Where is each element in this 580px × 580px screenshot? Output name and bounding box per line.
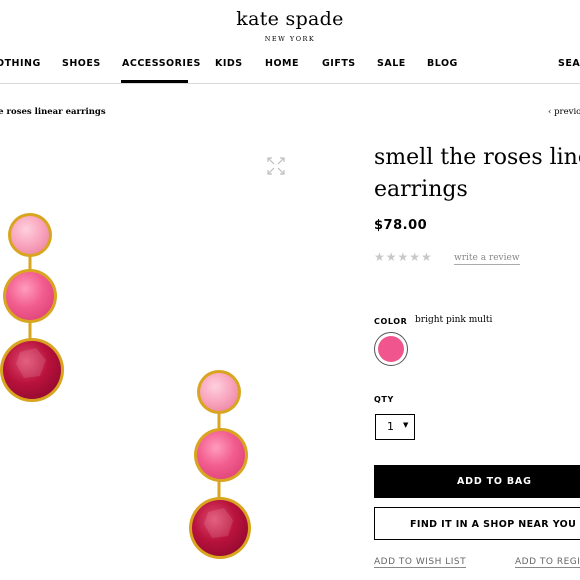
add-to-bag-button[interactable]: ADD TO BAG bbox=[374, 465, 580, 498]
add-to-registry-link[interactable]: ADD TO REGIS bbox=[515, 557, 580, 568]
add-to-wishlist-link[interactable]: ADD TO WISH LIST bbox=[374, 557, 467, 568]
expand-icon[interactable] bbox=[266, 156, 286, 176]
product-image[interactable] bbox=[0, 0, 300, 580]
write-review-link[interactable]: write a review bbox=[454, 253, 520, 265]
product-price: $78.00 bbox=[374, 218, 428, 233]
rating-stars-icon: ★★★★★ bbox=[374, 250, 433, 264]
find-in-shop-label: FIND IT IN A SHOP NEAR YOU + bbox=[410, 519, 580, 530]
product-title-line1: smell the roses line bbox=[374, 145, 580, 170]
product-title: smell the roses line earrings bbox=[374, 142, 580, 206]
qty-select[interactable]: 1 ▼ bbox=[375, 414, 415, 440]
qty-label: QTY bbox=[374, 395, 394, 404]
caret-down-icon: ▼ bbox=[403, 421, 409, 429]
qty-value: 1 bbox=[387, 420, 394, 433]
nav-item-blog[interactable]: BLOG bbox=[427, 58, 458, 69]
nav-item-search[interactable]: SEAR bbox=[558, 58, 580, 69]
find-in-shop-button[interactable]: FIND IT IN A SHOP NEAR YOU + bbox=[374, 507, 580, 540]
color-swatch[interactable] bbox=[374, 332, 408, 366]
product-title-line2: earrings bbox=[374, 177, 468, 202]
previous-link[interactable]: ‹ previo bbox=[548, 107, 580, 117]
earring-right bbox=[189, 370, 251, 559]
add-to-bag-label: ADD TO BAG bbox=[457, 476, 532, 487]
earring-left bbox=[0, 213, 64, 402]
nav-item-gifts[interactable]: GIFTS bbox=[322, 58, 356, 69]
color-value: bright pink multi bbox=[415, 315, 493, 325]
color-label: COLOR bbox=[374, 317, 408, 326]
nav-item-sale[interactable]: SALE bbox=[377, 58, 406, 69]
